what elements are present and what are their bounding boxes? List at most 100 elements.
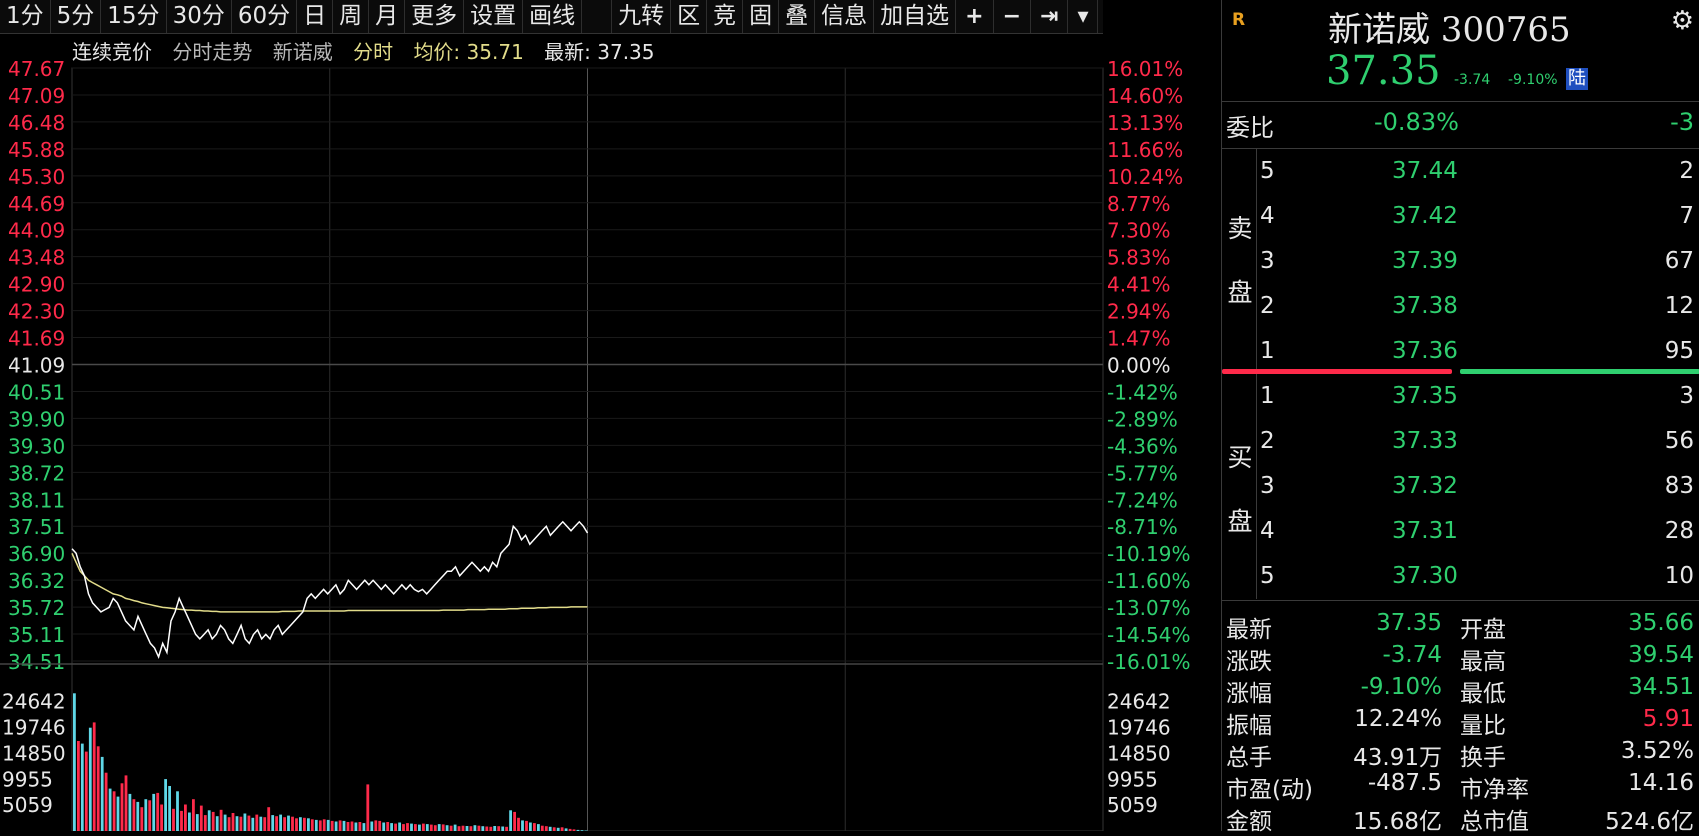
info-button[interactable]: 信息	[815, 0, 875, 33]
price-tick-label: 42.90	[8, 273, 65, 297]
volume-bar	[402, 824, 405, 831]
jiuzhuan-button[interactable]: 九转	[612, 0, 672, 33]
price-tick-label: 41.69	[8, 327, 65, 351]
bid-row-3[interactable]: 3 37.32 83	[1222, 465, 1699, 510]
ask-row-3[interactable]: 3 37.39 67	[1222, 240, 1699, 285]
ask-price: 37.38	[1392, 293, 1458, 319]
stat-label: 涨跌	[1226, 649, 1272, 675]
fixed-button[interactable]: 固	[743, 0, 780, 33]
stat-value: 12.24%	[1354, 706, 1442, 732]
volume-bar	[227, 817, 231, 831]
tab-month[interactable]: 月	[369, 0, 406, 33]
bid-row-5[interactable]: 5 37.30 10	[1222, 555, 1699, 600]
volume-tick-label-right: 19746	[1107, 715, 1171, 739]
volume-bar	[77, 741, 80, 831]
weibi-number: -3	[1670, 108, 1694, 136]
volume-bar	[461, 825, 465, 831]
tab-5min[interactable]: 5分	[51, 0, 102, 33]
stat-value: 14.16	[1628, 770, 1694, 796]
ask-row-5[interactable]: 5 37.44 2	[1222, 150, 1699, 195]
tab-week[interactable]: 周	[333, 0, 370, 33]
volume-bar	[184, 804, 187, 831]
range-button[interactable]: 区	[671, 0, 708, 33]
volume-bar	[501, 826, 505, 831]
price-tick-label: 46.48	[8, 111, 65, 135]
price-tick-label: 34.51	[8, 650, 65, 674]
volume-bar	[263, 817, 267, 831]
volume-bar	[509, 810, 512, 831]
volume-bar	[247, 815, 251, 831]
stat-value: 5.91	[1642, 706, 1694, 732]
stat-label: 最高	[1460, 649, 1506, 675]
volume-bar	[108, 788, 112, 831]
dropdown-icon[interactable]: ▾	[1068, 0, 1099, 33]
tab-day[interactable]: 日	[297, 0, 334, 33]
volume-bar	[100, 756, 104, 831]
volume-bar	[104, 772, 108, 831]
volume-bar	[235, 816, 239, 831]
volume-bar	[390, 823, 393, 831]
add-watchlist-button[interactable]: 加自选	[874, 0, 957, 33]
volume-bar	[493, 826, 497, 831]
current-price: 37.35	[1326, 48, 1441, 94]
draw-line-button[interactable]: 画线	[523, 0, 583, 33]
volume-bar	[239, 816, 243, 831]
bid-price: 37.35	[1392, 383, 1458, 409]
tab-30min[interactable]: 30分	[167, 0, 232, 33]
stat-label: 总手	[1226, 745, 1272, 771]
bid-row-1[interactable]: 1 37.35 3	[1222, 375, 1699, 420]
rong-logo-icon: R	[1232, 10, 1246, 30]
bid-level: 4	[1260, 518, 1275, 544]
volume-bar	[92, 722, 96, 831]
price-tick-label: 40.51	[8, 380, 65, 404]
volume-bar	[445, 825, 449, 831]
volume-bar	[314, 819, 318, 831]
bid-volume: 28	[1664, 518, 1694, 544]
bid-row-4[interactable]: 4 37.31 28	[1222, 510, 1699, 555]
tab-1min[interactable]: 1分	[0, 0, 51, 33]
volume-bar	[429, 824, 433, 831]
price-tick-label: 47.67	[8, 57, 65, 81]
intraday-chart[interactable]: 47.67 16.01% 47.09 14.60% 46.48 13.13% 45.88 11…	[0, 34, 1220, 831]
overlay-button[interactable]: 叠	[779, 0, 816, 33]
stat-value: 43.91万	[1353, 745, 1442, 771]
volume-bar	[287, 815, 290, 831]
stat-value: -9.10%	[1360, 674, 1442, 700]
volume-bar	[386, 822, 390, 831]
bid-price: 37.32	[1392, 473, 1458, 499]
plus-icon[interactable]: +	[956, 0, 994, 33]
price-tick-label: 47.09	[8, 84, 65, 108]
bid-level: 2	[1260, 428, 1275, 454]
minus-icon[interactable]: −	[994, 0, 1031, 33]
pin-right-icon[interactable]: ⇥	[1031, 0, 1069, 33]
volume-bar	[497, 826, 501, 831]
pct-tick-label: -2.89%	[1107, 407, 1178, 431]
volume-bar	[299, 817, 302, 831]
volume-bar	[485, 826, 489, 831]
settings-button[interactable]: 设置	[464, 0, 524, 33]
pct-tick-label: 7.30%	[1107, 219, 1171, 243]
ask-row-4[interactable]: 4 37.42 7	[1222, 195, 1699, 240]
bid-row-2[interactable]: 2 37.33 56	[1222, 420, 1699, 465]
pct-tick-label: 10.24%	[1107, 165, 1183, 189]
price-tick-label: 45.30	[8, 165, 65, 189]
auction-button[interactable]: 竞	[707, 0, 744, 33]
stat-label: 开盘	[1460, 617, 1506, 643]
price-tick-label: 39.90	[8, 407, 65, 431]
tab-more[interactable]: 更多	[405, 0, 465, 33]
pct-tick-label: 2.94%	[1107, 300, 1171, 324]
bid-volume: 3	[1679, 383, 1694, 409]
volume-bar	[188, 812, 191, 831]
gear-icon[interactable]: ⚙	[1671, 6, 1694, 36]
volume-bar	[525, 820, 528, 831]
volume-bar	[124, 775, 128, 831]
volume-tick-label: 19746	[2, 715, 66, 739]
tab-60min[interactable]: 60分	[232, 0, 298, 33]
volume-bar	[231, 813, 235, 831]
bid-level: 5	[1260, 563, 1275, 589]
tab-15min[interactable]: 15分	[101, 0, 167, 33]
ask-volume: 2	[1679, 158, 1694, 184]
ask-row-2[interactable]: 2 37.38 12	[1222, 285, 1699, 330]
pct-tick-label: -11.60%	[1107, 569, 1190, 593]
price-tick-label: 44.09	[8, 219, 65, 243]
